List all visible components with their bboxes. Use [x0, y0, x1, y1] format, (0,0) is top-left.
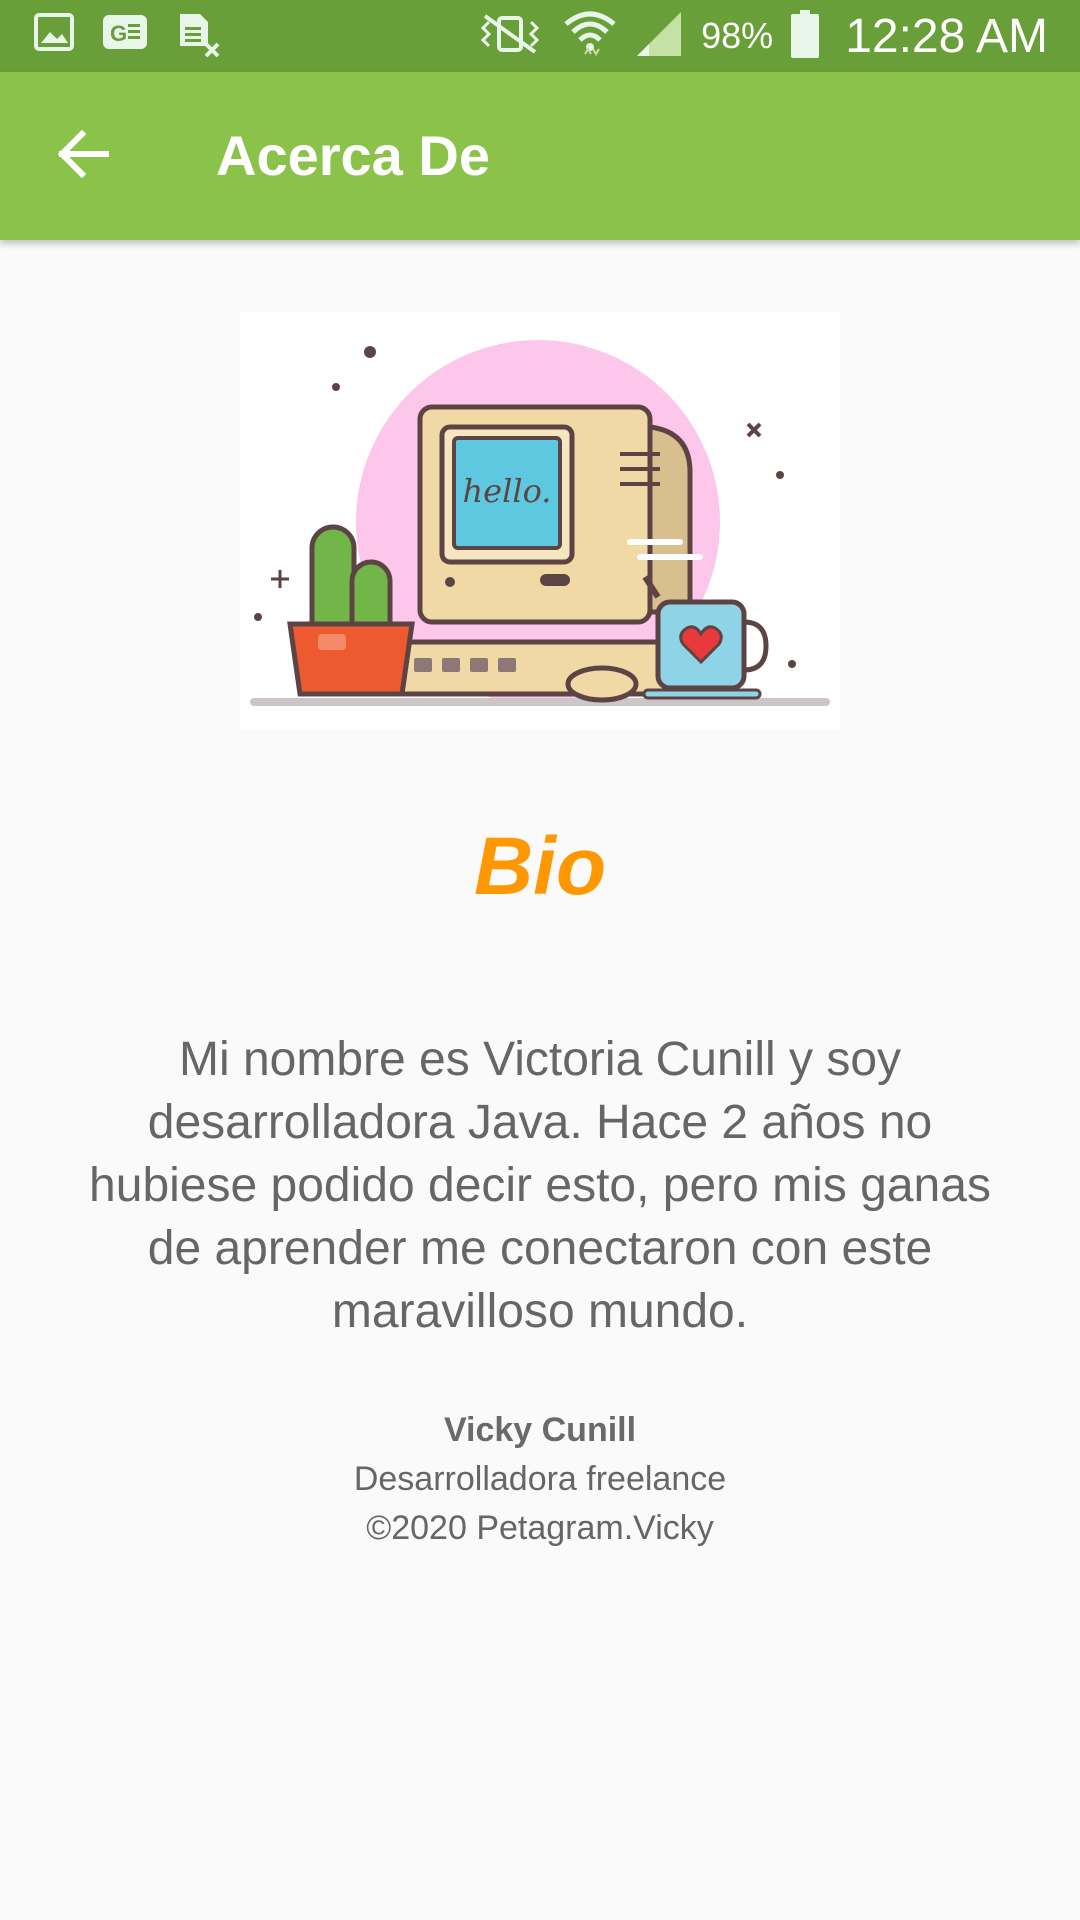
- back-button[interactable]: [42, 114, 126, 198]
- computer-illustration: hello.: [240, 312, 840, 730]
- ge-icon: G: [102, 12, 148, 63]
- page-title: Acerca De: [216, 124, 490, 187]
- notification-icons: G: [34, 12, 222, 63]
- svg-text:G: G: [110, 21, 127, 46]
- bio-heading: Bio: [473, 821, 607, 912]
- sheet-icon: [176, 12, 222, 63]
- bio-text: Mi nombre es Victoria Cunill y soy desar…: [89, 1033, 991, 1338]
- battery-percentage: 98%: [701, 15, 774, 56]
- clock: 12:28 AM: [845, 9, 1048, 63]
- author-name: Vicky Cunill: [443, 1411, 637, 1449]
- status-bar: G 98% 12:28 AM: [0, 0, 1080, 72]
- footer: Vicky Cunill Desarrolladora freelance ©2…: [0, 1406, 1080, 1553]
- wifi-icon: [563, 8, 617, 65]
- copyright: ©2020 Petagram.Vicky: [366, 1509, 714, 1547]
- app-bar: Acerca De: [0, 72, 1080, 240]
- battery-icon: [791, 9, 820, 63]
- signal-icon: [635, 10, 683, 63]
- vibrate-icon: [475, 12, 545, 61]
- author-role: Desarrolladora freelance: [353, 1460, 727, 1498]
- gallery-icon: [34, 12, 74, 63]
- arrow-back-icon: [57, 129, 110, 183]
- system-icons: 98% 12:28 AM: [475, 0, 1048, 72]
- screen-text: hello.: [463, 472, 552, 510]
